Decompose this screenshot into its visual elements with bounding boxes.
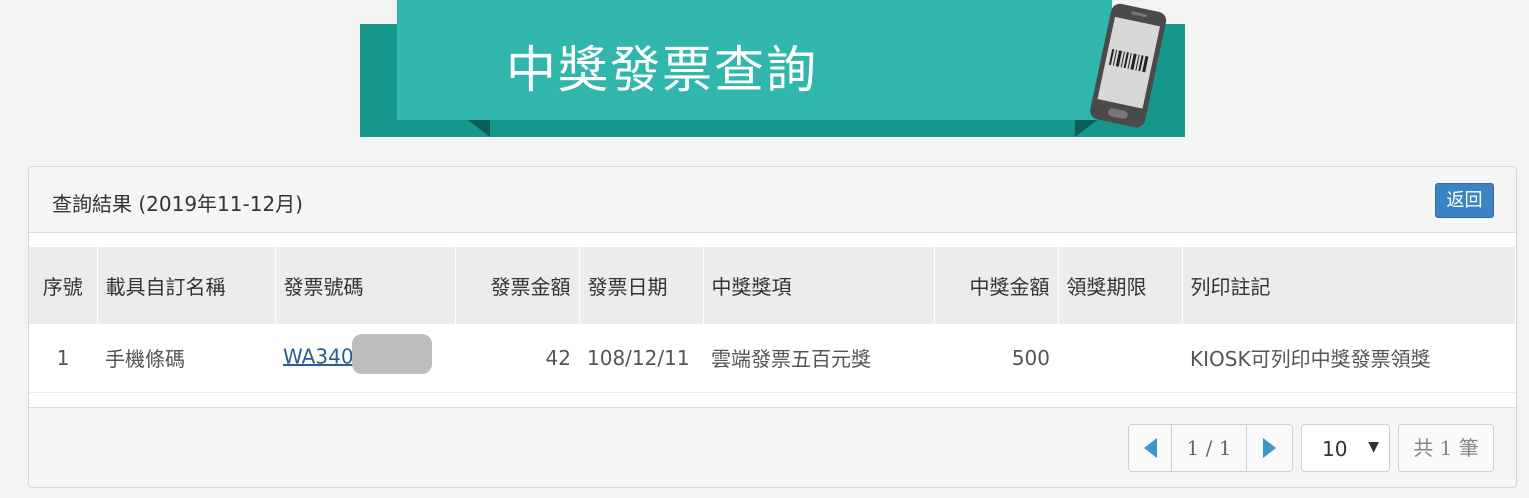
results-panel: 查詢結果 (2019年11-12月) 返回 序號 載具自訂名稱 發票號碼 發票金… — [28, 166, 1517, 488]
cell-serial: 1 — [29, 324, 97, 393]
cell-carrier-name: 手機條碼 — [97, 324, 275, 393]
back-button[interactable]: 返回 — [1435, 183, 1494, 218]
next-page-button[interactable] — [1247, 424, 1293, 472]
triangle-left-icon — [1143, 438, 1157, 458]
header-prize: 中獎獎項 — [703, 247, 935, 324]
header-invoice-date: 發票日期 — [579, 247, 704, 324]
total-count: 共 1 筆 — [1398, 424, 1494, 472]
page-indicator: 1 / 1 — [1172, 424, 1247, 472]
results-title: 查詢結果 (2019年11-12月) — [52, 192, 303, 216]
panel-header: 查詢結果 (2019年11-12月) 返回 — [29, 167, 1516, 233]
phone-barcode-icon — [1090, 3, 1167, 128]
table-row: 1 手機條碼 WA340 42 108/12/11 雲端發票五百元獎 500 K… — [29, 324, 1516, 393]
pagination: 1 / 1 — [1128, 424, 1293, 472]
header-prize-amount: 中獎金額 — [934, 247, 1059, 324]
panel-body: 序號 載具自訂名稱 發票號碼 發票金額 發票日期 中獎獎項 中獎金額 領獎期限 … — [29, 233, 1516, 408]
cell-invoice-number: WA340 — [275, 324, 455, 393]
header-invoice-amount: 發票金額 — [455, 247, 580, 324]
invoice-number-link[interactable]: WA340 — [283, 344, 354, 368]
cell-deadline — [1058, 324, 1182, 393]
page-size-select[interactable]: 10 ▼ — [1301, 424, 1390, 472]
header-invoice-number: 發票號碼 — [275, 247, 456, 324]
triangle-right-icon — [1263, 438, 1276, 458]
results-table: 序號 載具自訂名稱 發票號碼 發票金額 發票日期 中獎獎項 中獎金額 領獎期限 … — [29, 247, 1516, 393]
header-carrier-name: 載具自訂名稱 — [97, 247, 276, 324]
cell-invoice-amount: 42 — [455, 324, 579, 393]
prev-page-button[interactable] — [1128, 424, 1172, 472]
banner-title: 中獎發票查詢 — [506, 41, 818, 99]
cell-print-note: KIOSK可列印中獎發票領獎 — [1182, 324, 1516, 393]
header-deadline: 領獎期限 — [1058, 247, 1183, 324]
page-size-value: 10 — [1322, 437, 1348, 461]
banner-fold-left — [468, 120, 490, 137]
cell-invoice-date: 108/12/11 — [579, 324, 703, 393]
header-print-note: 列印註記 — [1182, 247, 1516, 324]
caret-down-icon: ▼ — [1368, 439, 1379, 455]
banner: 中獎發票查詢 — [360, 0, 1185, 137]
header-serial: 序號 — [29, 247, 98, 324]
cell-prize: 雲端發票五百元獎 — [703, 324, 934, 393]
table-header-row: 序號 載具自訂名稱 發票號碼 發票金額 發票日期 中獎獎項 中獎金額 領獎期限 … — [29, 247, 1516, 324]
cell-prize-amount: 500 — [934, 324, 1058, 393]
redaction-mask — [351, 333, 432, 374]
